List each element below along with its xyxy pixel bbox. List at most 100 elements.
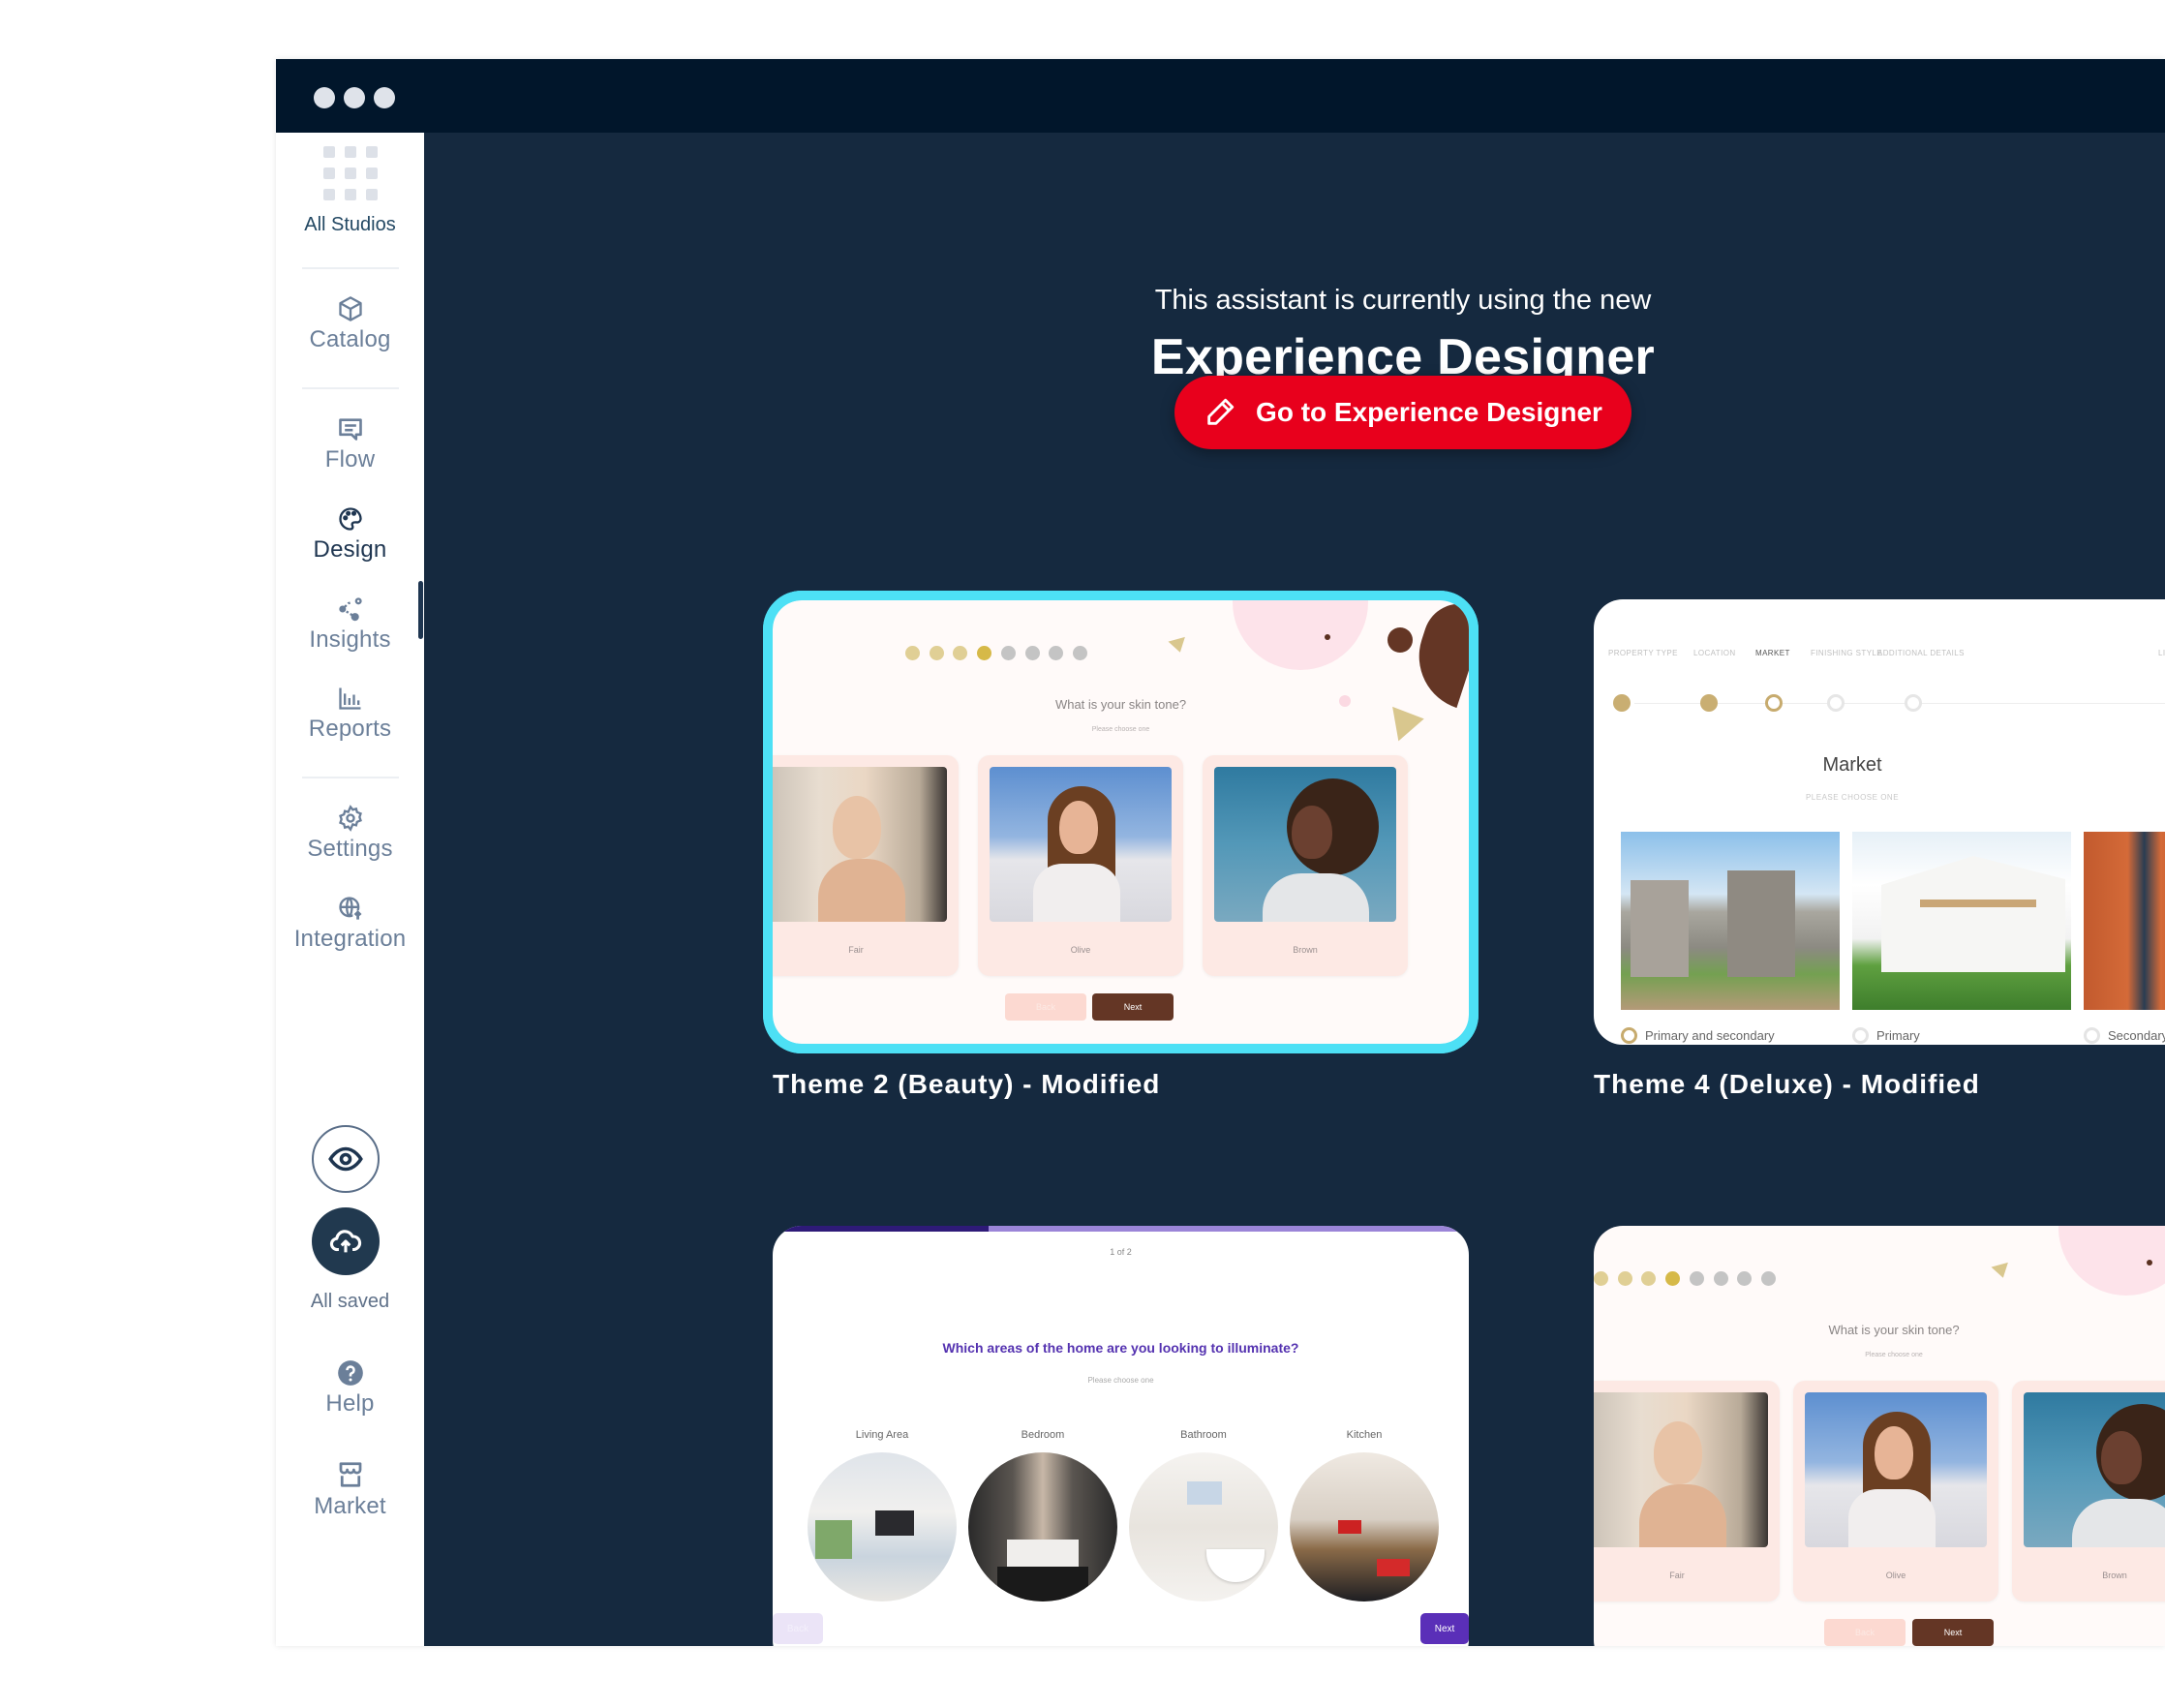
option-item[interactable]: Kitchen bbox=[1290, 1429, 1439, 1601]
option-photo[interactable] bbox=[2084, 832, 2165, 1010]
sidebar-item-label: Help bbox=[325, 1390, 375, 1417]
stepper-node bbox=[1700, 694, 1718, 712]
stepper-label: LIF bbox=[2158, 649, 2165, 657]
sidebar-item-label: Reports bbox=[308, 716, 392, 742]
question-text: Market bbox=[1822, 754, 1882, 776]
option-item[interactable]: Living Area bbox=[808, 1429, 957, 1601]
sidebar-item-label: Catalog bbox=[309, 326, 391, 352]
option-radio[interactable]: Secondary bbox=[2084, 1027, 2165, 1044]
progress-dot bbox=[1000, 646, 1016, 660]
pencil-icon bbox=[1207, 398, 1235, 425]
option-radio[interactable]: Primary bbox=[1852, 1027, 1920, 1044]
progress-dot bbox=[977, 646, 992, 660]
sidebar-item-label: Flow bbox=[324, 446, 376, 473]
progress-dot bbox=[1049, 646, 1064, 660]
sidebar-item-insights[interactable]: Insights bbox=[276, 595, 424, 654]
share-nodes-icon bbox=[338, 597, 362, 622]
option-photo bbox=[808, 1452, 957, 1601]
intro-subtitle: This assistant is currently using the ne… bbox=[1154, 285, 1652, 316]
sidebar-item-label: All Studios bbox=[304, 214, 396, 235]
sidebar-item-design[interactable]: Design bbox=[276, 505, 424, 564]
sidebar-item-catalog[interactable]: Catalog bbox=[276, 295, 424, 353]
option-card[interactable]: Brown bbox=[1203, 755, 1408, 976]
option-label: Kitchen bbox=[1346, 1429, 1383, 1441]
option-label: Living Area bbox=[855, 1429, 909, 1441]
progress-dot bbox=[1617, 1271, 1632, 1286]
preview-button[interactable] bbox=[312, 1125, 380, 1193]
option-item[interactable]: Bathroom bbox=[1129, 1429, 1278, 1601]
stepper-node bbox=[1905, 694, 1922, 712]
progress-dot bbox=[1689, 1271, 1704, 1286]
window-control-dot[interactable] bbox=[374, 87, 395, 108]
option-photo[interactable] bbox=[1852, 832, 2071, 1010]
option-card[interactable]: Fair bbox=[773, 755, 959, 976]
window-control-dot[interactable] bbox=[314, 87, 335, 108]
palette-icon bbox=[338, 507, 362, 531]
window-control-dot[interactable] bbox=[344, 87, 365, 108]
window-titlebar bbox=[276, 59, 2165, 133]
cta-label: Go to Experience Designer bbox=[1256, 397, 1602, 427]
cloud-upload-icon bbox=[329, 1230, 362, 1253]
next-button[interactable]: Next bbox=[1092, 993, 1174, 1021]
stepper-node bbox=[1827, 694, 1845, 712]
theme-card-deluxe[interactable]: PROPERTY TYPE LOCATION MARKET FINISHING STY… bbox=[1594, 599, 2165, 1045]
hint-text: PLEASE CHOOSE ONE bbox=[1805, 793, 1900, 802]
divider bbox=[302, 387, 399, 389]
go-to-experience-designer-button[interactable]: Go to Experience Designer bbox=[1174, 376, 1631, 449]
sidebar-item-label: Insights bbox=[309, 626, 391, 653]
option-label: Brown bbox=[2102, 1571, 2127, 1580]
progress-dot bbox=[905, 646, 920, 660]
progress-dot bbox=[1594, 1271, 1608, 1286]
option-photo bbox=[1805, 1392, 1987, 1547]
storefront-icon bbox=[339, 1462, 361, 1487]
divider bbox=[302, 777, 399, 778]
option-label: Olive bbox=[1885, 1571, 1906, 1580]
option-label: Fair bbox=[848, 945, 864, 955]
sidebar-item-help[interactable]: Help bbox=[276, 1359, 424, 1418]
option-label: Primary and secondary bbox=[1645, 1028, 1775, 1043]
sidebar-item-label: Design bbox=[313, 536, 387, 563]
chat-icon bbox=[338, 418, 362, 441]
stepper-label: LOCATION bbox=[1693, 649, 1736, 657]
option-label: Secondary bbox=[2108, 1028, 2165, 1043]
bar-chart-icon bbox=[338, 687, 360, 710]
option-radio[interactable]: Primary and secondary bbox=[1621, 1027, 1775, 1044]
sidebar-item-market[interactable]: Market bbox=[276, 1460, 424, 1520]
progress-dot bbox=[1641, 1271, 1657, 1286]
option-item[interactable]: Bedroom bbox=[968, 1429, 1117, 1601]
radio-icon bbox=[1621, 1027, 1637, 1044]
progress-dot bbox=[1737, 1271, 1753, 1286]
sidebar-item-flow[interactable]: Flow bbox=[276, 415, 424, 473]
option-photo[interactable] bbox=[1621, 832, 1840, 1010]
option-card[interactable]: Brown bbox=[2012, 1381, 2165, 1601]
theme-card-beauty-2[interactable]: What is your skin tone? Please choose on… bbox=[1594, 1226, 2165, 1646]
question-circle-icon bbox=[337, 1360, 363, 1386]
question-text: What is your skin tone? bbox=[1828, 1323, 1960, 1337]
stepper-label: ADDITIONAL DETAILS bbox=[1877, 649, 1965, 657]
theme-card-lighting[interactable]: 1 of 2 Which areas of the home are you l… bbox=[773, 1226, 1469, 1646]
next-button[interactable]: Next bbox=[1420, 1613, 1469, 1644]
option-label: Primary bbox=[1876, 1028, 1920, 1043]
sidebar-item-integration[interactable]: Integration bbox=[276, 895, 424, 953]
grid-icon bbox=[322, 146, 378, 200]
progress-dot bbox=[929, 646, 944, 660]
question-text: Which areas of the home are you looking … bbox=[942, 1340, 1299, 1356]
progress-dot bbox=[1665, 1271, 1681, 1286]
sidebar-item-all-studios[interactable]: All Studios bbox=[276, 146, 424, 236]
progress-dot bbox=[1713, 1271, 1728, 1286]
option-card[interactable]: Olive bbox=[1793, 1381, 1998, 1601]
option-card[interactable]: Fair bbox=[1594, 1381, 1780, 1601]
theme-label: Theme 2 (Beauty) - Modified bbox=[773, 1069, 1161, 1099]
option-card[interactable]: Olive bbox=[978, 755, 1183, 976]
sidebar-item-settings[interactable]: Settings bbox=[276, 805, 424, 863]
back-button[interactable]: Back bbox=[1824, 1619, 1906, 1646]
sidebar-item-label: Market bbox=[314, 1493, 386, 1519]
option-label: Bathroom bbox=[1180, 1429, 1227, 1441]
back-button[interactable]: Back bbox=[1005, 993, 1086, 1021]
next-button[interactable]: Next bbox=[1912, 1619, 1994, 1646]
theme-card-beauty[interactable]: What is your skin tone? Please choose on… bbox=[763, 591, 1479, 1053]
stepper-node bbox=[1613, 694, 1631, 712]
back-button[interactable]: Back bbox=[773, 1613, 823, 1644]
sidebar-item-reports[interactable]: Reports bbox=[276, 685, 424, 743]
save-button[interactable] bbox=[312, 1207, 380, 1275]
